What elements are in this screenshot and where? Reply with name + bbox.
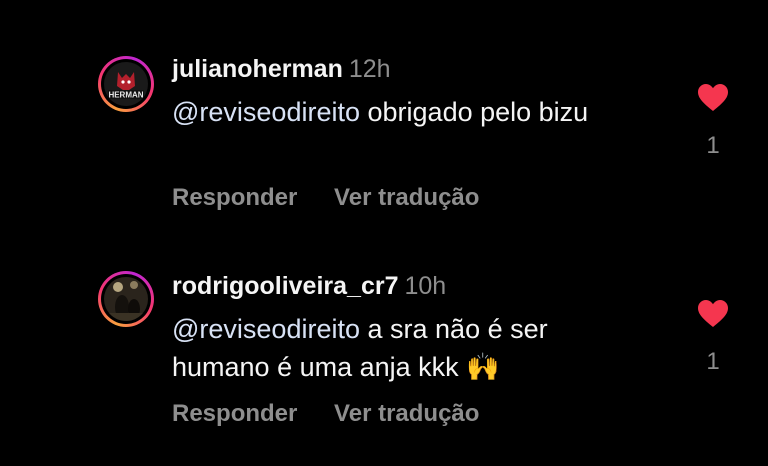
avatar[interactable]: HERMAN — [98, 56, 154, 112]
like-count: 1 — [706, 348, 720, 375]
username-link[interactable]: rodrigooliveira_cr7 — [172, 272, 398, 300]
comment-time: 10h — [404, 272, 447, 300]
comment-header: julianoherman 12h — [172, 54, 391, 84]
comment-time: 12h — [348, 55, 391, 83]
raised-hands-emoji: 🙌 — [466, 352, 500, 382]
like-heart-icon[interactable] — [697, 299, 729, 329]
svg-text:HERMAN: HERMAN — [108, 91, 143, 100]
like-heart-icon[interactable] — [697, 83, 729, 113]
comment-actions: Responder Ver tradução — [172, 184, 509, 212]
avatar-logo-icon: HERMAN — [104, 62, 148, 106]
avatar-photo-icon — [104, 277, 148, 321]
reply-button[interactable]: Responder — [172, 400, 297, 427]
reply-button[interactable]: Responder — [172, 184, 297, 211]
comment-header: rodrigooliveira_cr7 10h — [172, 271, 446, 301]
comment-actions: Responder Ver tradução — [172, 400, 509, 428]
comment-body: obrigado pelo bizu — [367, 97, 589, 127]
mention-link[interactable]: @reviseodireito — [172, 314, 360, 344]
avatar[interactable] — [98, 271, 154, 327]
mention-link[interactable]: @reviseodireito — [172, 97, 360, 127]
comment-text: @reviseodireito obrigado pelo bizu — [172, 93, 632, 131]
username-link[interactable]: julianoherman — [172, 55, 343, 83]
comment-text: @reviseodireito a sra não é ser humano é… — [172, 310, 632, 386]
translate-button[interactable]: Ver tradução — [334, 400, 479, 427]
like-count: 1 — [706, 132, 720, 159]
translate-button[interactable]: Ver tradução — [334, 184, 479, 211]
